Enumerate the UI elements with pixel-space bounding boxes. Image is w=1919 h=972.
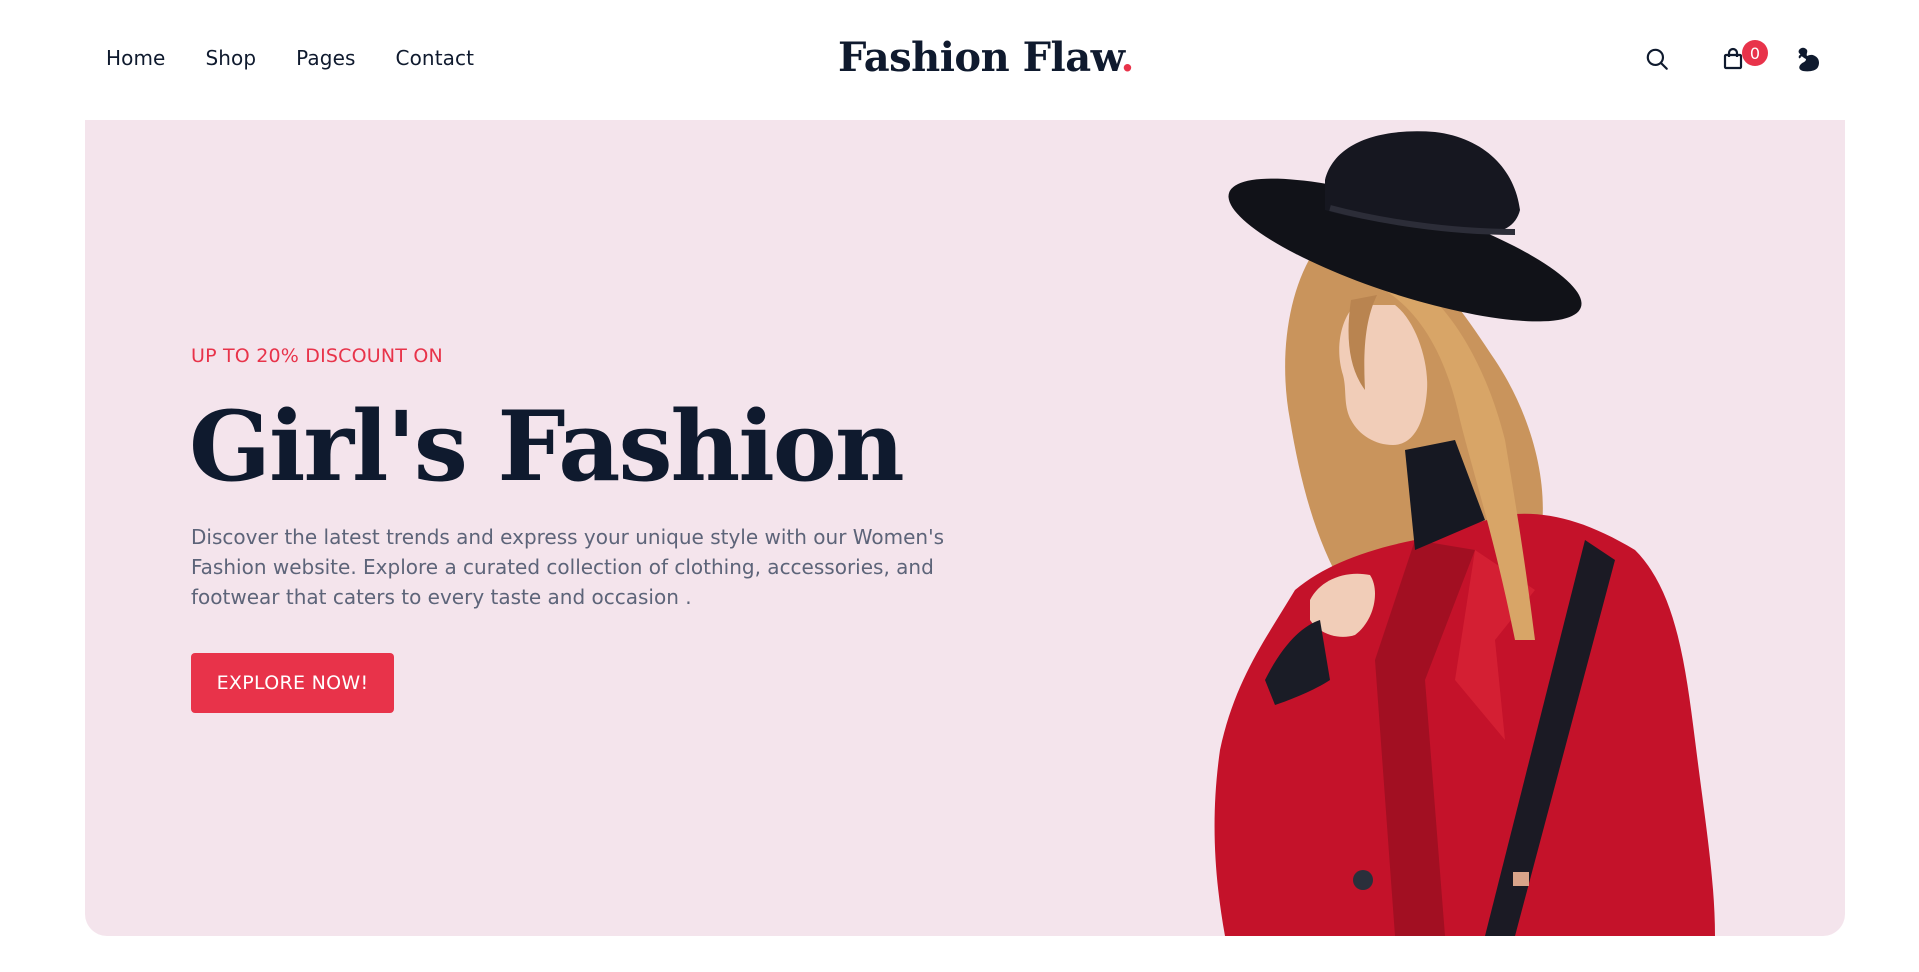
user-icon <box>1798 47 1819 72</box>
hero-title: Girl's Fashion <box>189 390 905 503</box>
bag-icon <box>1723 47 1743 70</box>
nav-shop[interactable]: Shop <box>205 46 256 70</box>
main-nav: Home Shop Pages Contact <box>106 46 514 70</box>
search-button[interactable] <box>1640 42 1674 76</box>
account-button[interactable] <box>1792 42 1826 76</box>
nav-home[interactable]: Home <box>106 46 165 70</box>
header-tools: 0 <box>1640 40 1830 82</box>
explore-now-button[interactable]: EXPLORE NOW! <box>191 653 394 713</box>
site-logo[interactable]: Fashion Flaw. <box>838 34 1135 81</box>
site-header: Home Shop Pages Contact Fashion Flaw. 0 <box>0 0 1919 120</box>
hero-description: Discover the latest trends and express y… <box>191 525 945 609</box>
hero-model-image <box>1214 131 1715 936</box>
nav-contact[interactable]: Contact <box>396 46 475 70</box>
hero-banner: UP TO 20% DISCOUNT ON Girl's Fashion Dis… <box>85 120 1845 936</box>
search-icon <box>1646 48 1668 70</box>
nav-pages[interactable]: Pages <box>296 46 355 70</box>
logo-dot: . <box>1120 34 1135 81</box>
cart-count-badge: 0 <box>1742 40 1768 66</box>
hero-eyebrow: UP TO 20% DISCOUNT ON <box>191 345 443 367</box>
logo-text: Fashion Flaw <box>838 34 1121 81</box>
